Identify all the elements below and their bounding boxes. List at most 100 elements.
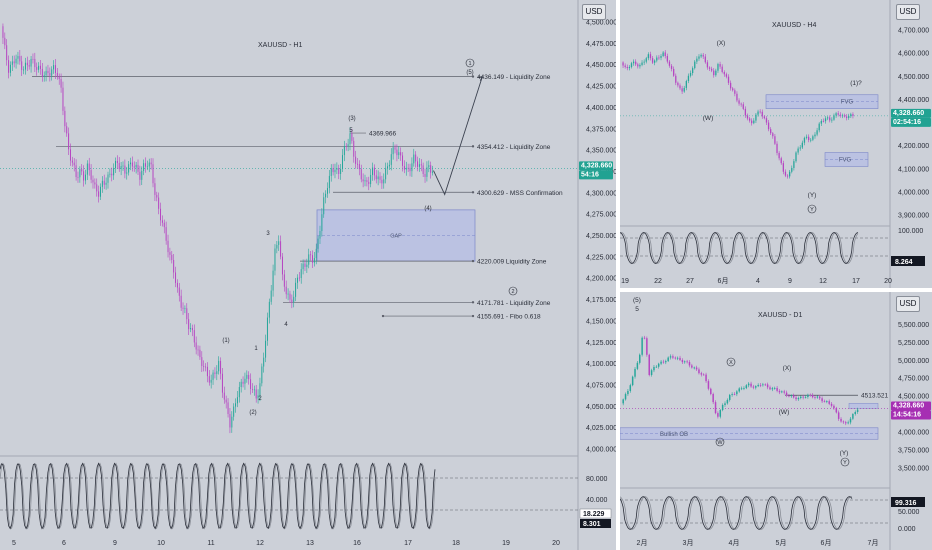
h4-candle-body [660, 56, 662, 58]
h4-chart-canvas[interactable]: 4,700.0004,600.0004,500.0004,400.0004,30… [620, 0, 932, 288]
h4-candle-body [685, 81, 687, 88]
h1-candle-body [259, 383, 261, 396]
h4-circled-wave-label: Y [810, 207, 814, 213]
h4-candle-body [816, 130, 818, 135]
h1-candle-body [92, 179, 94, 183]
h1-candle-body [394, 147, 396, 150]
h1-candle-body [171, 254, 173, 260]
h1-candle-body [205, 366, 207, 368]
h1-candle-body [28, 65, 30, 67]
h1-x-tick-label: 12 [256, 540, 264, 547]
h1-y-tick-label: 4,150.000 [586, 318, 616, 325]
d1-circled-wave-label: Y [843, 460, 847, 466]
h1-candle-body [169, 252, 171, 255]
d1-x-tick-label: 6月 [821, 539, 832, 547]
h4-candle-body [746, 115, 749, 119]
h1-candle-body [101, 180, 103, 187]
h1-x-tick-label: 10 [157, 540, 165, 547]
h1-candle-body [321, 214, 323, 232]
d1-candle-body [750, 383, 752, 387]
h1-candle-body [251, 388, 253, 390]
h1-candle-body [47, 70, 49, 74]
h4-candle-body [757, 111, 759, 115]
h1-candle-body [413, 154, 415, 164]
d1-candle-body [700, 373, 703, 375]
h4-candle-body [706, 62, 709, 68]
h1-candle-body [105, 182, 107, 185]
h4-candle-body [649, 54, 652, 59]
d1-candle-body [624, 394, 627, 400]
h1-candle-body [19, 56, 21, 62]
h4-candle-body [795, 152, 797, 162]
h4-candle-body [824, 118, 827, 122]
h1-candle-body [402, 155, 404, 166]
d1-currency-button[interactable]: USD [896, 296, 920, 312]
d1-candle-body [804, 396, 807, 398]
h4-candle-body [692, 68, 694, 74]
h4-x-tick-label: 27 [686, 278, 694, 285]
h1-candle-body [387, 166, 389, 169]
h1-candle-body [180, 295, 182, 308]
d1-candle-body [800, 396, 802, 398]
h1-candle-body [184, 308, 186, 310]
h1-candle-body [227, 402, 229, 415]
h4-price-tag: 4,328.660 [893, 110, 924, 117]
h4-chart-panel[interactable]: 4,700.0004,600.0004,500.0004,400.0004,30… [620, 0, 932, 288]
h1-candle-body [24, 62, 26, 70]
d1-chart-panel[interactable]: 5,500.000 5,250.000 5,000.000 4,750.000 4,50… [620, 292, 932, 550]
d1-candle-body [681, 360, 684, 363]
h4-candle-body [637, 64, 639, 67]
h4-candle-body [753, 120, 755, 124]
h1-candle-body [364, 180, 366, 182]
h1-candle-body [218, 360, 220, 372]
h1-chart-canvas[interactable]: 4,500.000 4,475.000 4,450.000 4,425.000 4,40… [0, 0, 616, 550]
h1-candle-body [53, 65, 55, 70]
h4-candle-body [668, 61, 671, 66]
h1-candle-body [255, 389, 257, 399]
h4-candle-body [626, 67, 628, 69]
d1-candle-body [818, 396, 821, 399]
d1-osc-tick-label: 0.000 [898, 526, 916, 533]
h4-candle-body [826, 117, 829, 119]
h1-candle-body [424, 173, 426, 177]
h4-candle-body [675, 75, 677, 83]
h1-candle-body [293, 296, 295, 303]
h1-currency-button[interactable]: USD [582, 4, 606, 20]
d1-y-tick-label: 5,250.000 [898, 340, 929, 347]
h1-candle-body [362, 179, 364, 182]
h4-candle-body [715, 70, 717, 76]
h1-x-tick-label: 6 [62, 540, 66, 547]
d1-osc-tick-label: 50.000 [898, 509, 920, 516]
h1-candle-body [343, 146, 345, 156]
d1-candle-body [745, 385, 748, 389]
h4-candle-body [833, 115, 835, 120]
h4-candle-body [841, 115, 844, 117]
d1-candle-body [769, 387, 771, 390]
h4-currency-button[interactable]: USD [896, 4, 920, 20]
d1-candle-body [842, 421, 845, 423]
h1-candle-body [304, 263, 306, 267]
h1-y-tick-label: 4,300.000 [586, 190, 616, 197]
h1-candle-body [366, 180, 368, 182]
h1-y-tick-label: 4,025.000 [586, 425, 616, 432]
d1-candle-body [738, 388, 740, 392]
d1-candle-body [845, 422, 847, 424]
h4-y-tick-label: 3,900.000 [898, 213, 929, 220]
h4-candle-body [751, 120, 753, 124]
d1-candle-body [802, 396, 804, 398]
h1-candle-body [86, 163, 88, 175]
h1-candle-body [278, 241, 280, 245]
d1-candle-body [684, 361, 686, 363]
d1-y-tick-label: 3,750.000 [898, 448, 929, 455]
h1-candle-body [191, 328, 193, 331]
h1-chart-panel[interactable]: 4,500.000 4,475.000 4,450.000 4,425.000 4,40… [0, 0, 616, 550]
h1-candle-body [124, 165, 126, 174]
d1-candle-body [721, 404, 724, 411]
d1-candle-body [631, 376, 634, 386]
d1-chart-canvas[interactable]: 5,500.000 5,250.000 5,000.000 4,750.000 4,50… [620, 292, 932, 550]
h4-candle-body [727, 76, 730, 83]
h1-candle-body [107, 174, 109, 183]
h4-candle-body [622, 62, 624, 66]
h1-candle-body [268, 301, 270, 318]
h1-candle-body [176, 282, 178, 288]
